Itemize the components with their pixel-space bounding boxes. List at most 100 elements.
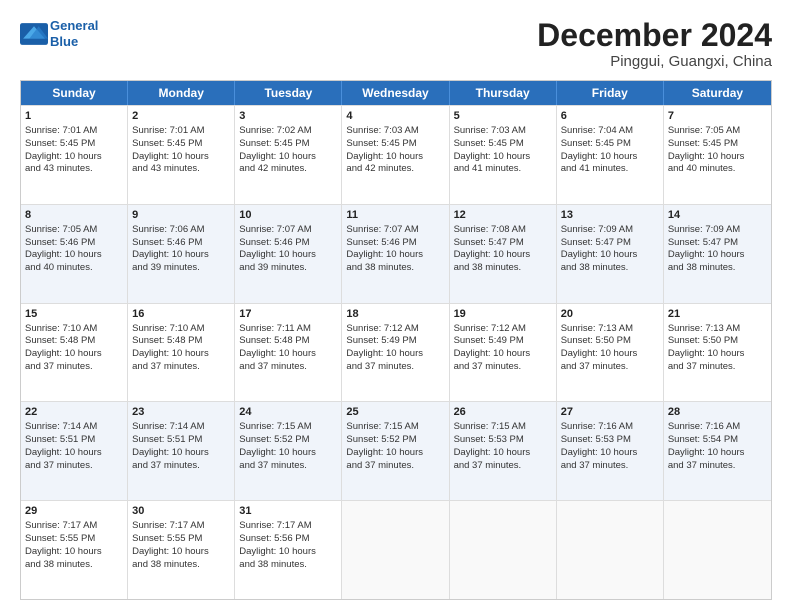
logo-icon <box>20 23 48 45</box>
calendar-cell: 24Sunrise: 7:15 AMSunset: 5:52 PMDayligh… <box>235 402 342 500</box>
daylight-label: Daylight: 10 hours <box>346 447 423 458</box>
daylight-minutes: and 42 minutes. <box>346 163 414 174</box>
day-number: 8 <box>25 208 123 223</box>
sunset: Sunset: 5:47 PM <box>454 237 524 248</box>
day-header-tuesday: Tuesday <box>235 81 342 105</box>
sunset: Sunset: 5:49 PM <box>346 335 416 346</box>
day-header-thursday: Thursday <box>450 81 557 105</box>
day-number: 20 <box>561 307 659 322</box>
calendar-cell: 29Sunrise: 7:17 AMSunset: 5:55 PMDayligh… <box>21 501 128 599</box>
calendar-cell: 7Sunrise: 7:05 AMSunset: 5:45 PMDaylight… <box>664 106 771 204</box>
sunset: Sunset: 5:54 PM <box>668 434 738 445</box>
calendar-week-2: 8Sunrise: 7:05 AMSunset: 5:46 PMDaylight… <box>21 204 771 303</box>
calendar-cell: 21Sunrise: 7:13 AMSunset: 5:50 PMDayligh… <box>664 304 771 402</box>
sunrise: Sunrise: 7:08 AM <box>454 224 526 235</box>
sunset: Sunset: 5:46 PM <box>346 237 416 248</box>
daylight-label: Daylight: 10 hours <box>239 546 316 557</box>
logo: General Blue <box>20 18 98 49</box>
day-number: 2 <box>132 109 230 124</box>
sunrise: Sunrise: 7:07 AM <box>346 224 418 235</box>
day-header-monday: Monday <box>128 81 235 105</box>
sunset: Sunset: 5:55 PM <box>132 533 202 544</box>
sunrise: Sunrise: 7:10 AM <box>25 323 97 334</box>
daylight-label: Daylight: 10 hours <box>25 151 102 162</box>
daylight-label: Daylight: 10 hours <box>132 447 209 458</box>
calendar-subtitle: Pinggui, Guangxi, China <box>537 53 772 70</box>
sunset: Sunset: 5:47 PM <box>561 237 631 248</box>
sunset: Sunset: 5:51 PM <box>25 434 95 445</box>
calendar-cell: 8Sunrise: 7:05 AMSunset: 5:46 PMDaylight… <box>21 205 128 303</box>
calendar-cell: 27Sunrise: 7:16 AMSunset: 5:53 PMDayligh… <box>557 402 664 500</box>
sunset: Sunset: 5:47 PM <box>668 237 738 248</box>
day-number: 21 <box>668 307 767 322</box>
day-number: 14 <box>668 208 767 223</box>
daylight-minutes: and 37 minutes. <box>25 361 93 372</box>
calendar-cell: 30Sunrise: 7:17 AMSunset: 5:55 PMDayligh… <box>128 501 235 599</box>
calendar-cell: 2Sunrise: 7:01 AMSunset: 5:45 PMDaylight… <box>128 106 235 204</box>
daylight-minutes: and 37 minutes. <box>454 361 522 372</box>
day-number: 6 <box>561 109 659 124</box>
day-number: 24 <box>239 405 337 420</box>
sunrise: Sunrise: 7:01 AM <box>25 125 97 136</box>
day-number: 5 <box>454 109 552 124</box>
daylight-label: Daylight: 10 hours <box>668 348 745 359</box>
daylight-label: Daylight: 10 hours <box>132 249 209 260</box>
calendar-cell: 10Sunrise: 7:07 AMSunset: 5:46 PMDayligh… <box>235 205 342 303</box>
day-number: 1 <box>25 109 123 124</box>
sunset: Sunset: 5:46 PM <box>239 237 309 248</box>
sunrise: Sunrise: 7:07 AM <box>239 224 311 235</box>
day-number: 11 <box>346 208 444 223</box>
daylight-minutes: and 37 minutes. <box>668 460 736 471</box>
daylight-label: Daylight: 10 hours <box>346 151 423 162</box>
sunrise: Sunrise: 7:09 AM <box>668 224 740 235</box>
calendar: SundayMondayTuesdayWednesdayThursdayFrid… <box>20 80 772 600</box>
daylight-label: Daylight: 10 hours <box>454 151 531 162</box>
sunrise: Sunrise: 7:17 AM <box>132 520 204 531</box>
day-number: 27 <box>561 405 659 420</box>
calendar-cell: 4Sunrise: 7:03 AMSunset: 5:45 PMDaylight… <box>342 106 449 204</box>
calendar-cell: 16Sunrise: 7:10 AMSunset: 5:48 PMDayligh… <box>128 304 235 402</box>
day-number: 16 <box>132 307 230 322</box>
sunset: Sunset: 5:48 PM <box>25 335 95 346</box>
calendar-cell: 31Sunrise: 7:17 AMSunset: 5:56 PMDayligh… <box>235 501 342 599</box>
daylight-minutes: and 37 minutes. <box>668 361 736 372</box>
sunset: Sunset: 5:52 PM <box>239 434 309 445</box>
sunrise: Sunrise: 7:04 AM <box>561 125 633 136</box>
daylight-minutes: and 38 minutes. <box>239 559 307 570</box>
day-number: 3 <box>239 109 337 124</box>
sunrise: Sunrise: 7:11 AM <box>239 323 311 334</box>
sunset: Sunset: 5:45 PM <box>25 138 95 149</box>
sunrise: Sunrise: 7:10 AM <box>132 323 204 334</box>
daylight-label: Daylight: 10 hours <box>132 546 209 557</box>
daylight-minutes: and 38 minutes. <box>454 262 522 273</box>
daylight-minutes: and 38 minutes. <box>561 262 629 273</box>
calendar-cell: 9Sunrise: 7:06 AMSunset: 5:46 PMDaylight… <box>128 205 235 303</box>
sunset: Sunset: 5:53 PM <box>561 434 631 445</box>
daylight-minutes: and 37 minutes. <box>239 361 307 372</box>
day-number: 31 <box>239 504 337 519</box>
calendar-cell: 5Sunrise: 7:03 AMSunset: 5:45 PMDaylight… <box>450 106 557 204</box>
day-number: 15 <box>25 307 123 322</box>
daylight-label: Daylight: 10 hours <box>454 348 531 359</box>
sunset: Sunset: 5:46 PM <box>25 237 95 248</box>
sunrise: Sunrise: 7:09 AM <box>561 224 633 235</box>
calendar-cell: 1Sunrise: 7:01 AM Sunset: 5:45 PM Daylight… <box>21 106 128 204</box>
calendar-cell: 3Sunrise: 7:02 AMSunset: 5:45 PMDaylight… <box>235 106 342 204</box>
day-number: 22 <box>25 405 123 420</box>
day-number: 18 <box>346 307 444 322</box>
calendar-cell: 13Sunrise: 7:09 AMSunset: 5:47 PMDayligh… <box>557 205 664 303</box>
daylight-minutes: and 38 minutes. <box>668 262 736 273</box>
day-number: 7 <box>668 109 767 124</box>
daylight-minutes: and 38 minutes. <box>25 559 93 570</box>
sunrise: Sunrise: 7:14 AM <box>132 421 204 432</box>
calendar-week-4: 22 Sunrise: 7:14 AM Sunset: 5:51 PM Dayligh… <box>21 401 771 500</box>
calendar-cell <box>342 501 449 599</box>
daylight-minutes: and 38 minutes. <box>346 262 414 273</box>
calendar-cell: 15Sunrise: 7:10 AMSunset: 5:48 PMDayligh… <box>21 304 128 402</box>
daylight-minutes: and 42 minutes. <box>239 163 307 174</box>
sunset: Sunset: 5:51 PM <box>132 434 202 445</box>
calendar-title: December 2024 <box>537 18 772 53</box>
daylight-label: Daylight: 10 hours <box>25 249 102 260</box>
daylight-minutes: and 40 minutes. <box>668 163 736 174</box>
daylight-label: Daylight: 10 hours <box>561 249 638 260</box>
